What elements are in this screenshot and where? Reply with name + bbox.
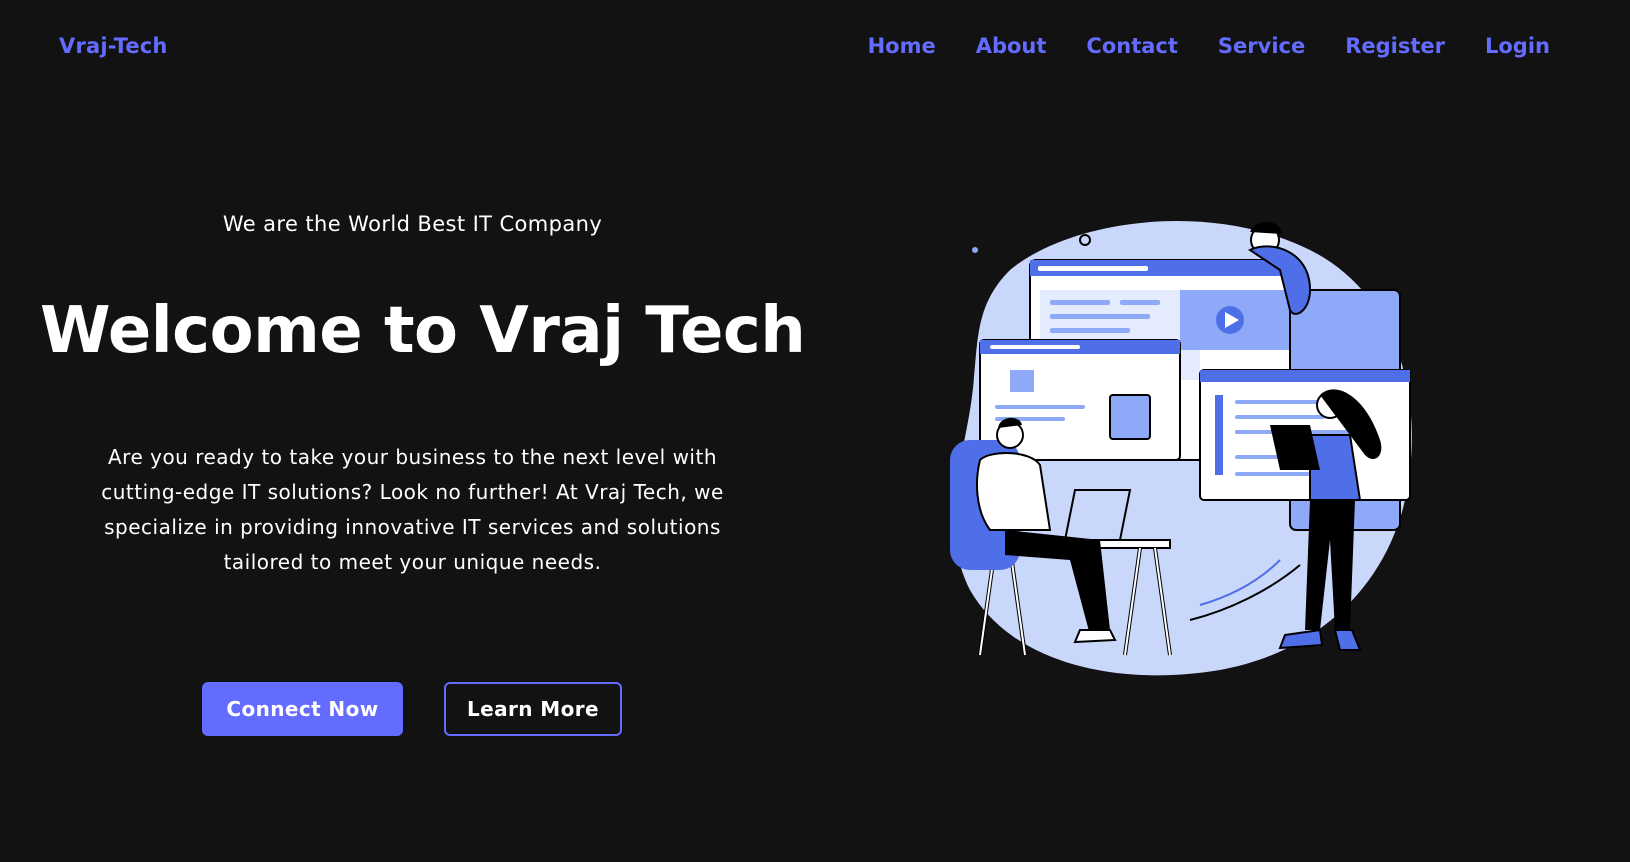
nav-link-home[interactable]: Home <box>868 34 936 58</box>
nav-link-login[interactable]: Login <box>1485 34 1550 58</box>
hero-headline: Welcome to Vraj Tech <box>40 294 806 368</box>
hero-tagline: We are the World Best IT Company <box>222 212 603 236</box>
navbar: Vraj-Tech Home About Contact Service Reg… <box>0 0 1630 100</box>
nav-link-register[interactable]: Register <box>1345 34 1445 58</box>
connect-now-button[interactable]: Connect Now <box>202 682 403 736</box>
learn-more-button[interactable]: Learn More <box>444 682 622 736</box>
hero-illustration <box>950 221 1412 676</box>
logo[interactable]: Vraj-Tech <box>59 34 168 58</box>
nav-links: Home About Contact Service Register Logi… <box>868 34 1550 58</box>
hero-section: We are the World Best IT Company Welcome… <box>40 200 806 580</box>
nav-link-about[interactable]: About <box>976 34 1047 58</box>
nav-link-contact[interactable]: Contact <box>1086 34 1178 58</box>
hero-buttons: Connect Now Learn More <box>202 682 622 736</box>
nav-link-service[interactable]: Service <box>1218 34 1305 58</box>
hero-description: Are you ready to take your business to t… <box>101 445 724 574</box>
